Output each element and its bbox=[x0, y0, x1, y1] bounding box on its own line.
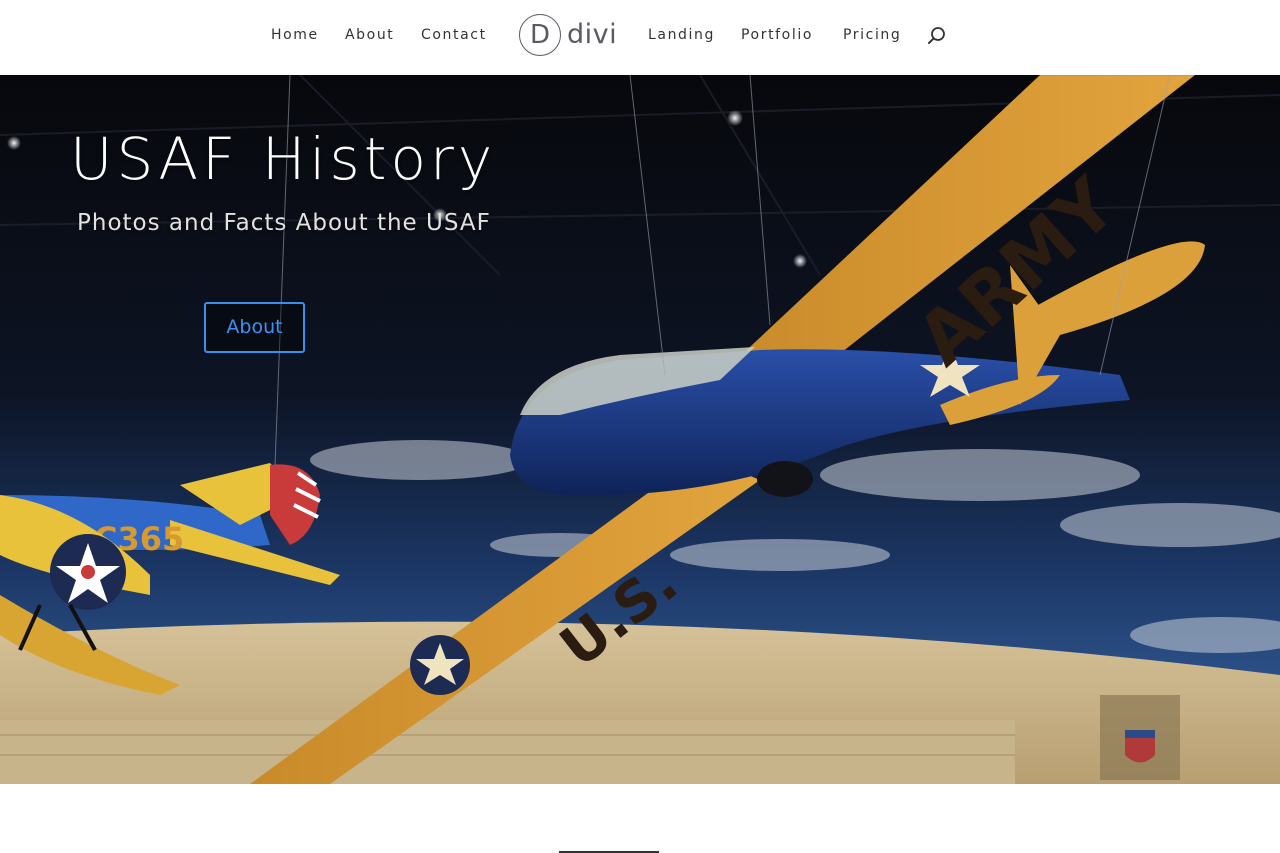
nav-item-pricing[interactable]: Pricing bbox=[843, 25, 901, 45]
nav-item-about[interactable]: About bbox=[345, 25, 394, 45]
search-icon-glyph bbox=[928, 27, 945, 44]
nav-item-landing[interactable]: Landing bbox=[648, 25, 715, 45]
logo-wordmark: divi bbox=[567, 19, 618, 50]
nav-item-portfolio[interactable]: Portfolio bbox=[741, 25, 813, 45]
nav-item-home[interactable]: Home bbox=[271, 25, 319, 45]
about-button[interactable]: About bbox=[204, 302, 305, 353]
logo-letter: D bbox=[529, 20, 551, 50]
nav-item-contact[interactable]: Contact bbox=[421, 25, 487, 45]
hero-section: C365 ARMY U.S. USAF History Photos and F… bbox=[0, 75, 1280, 784]
site-header: Home About Contact D divi Landing Portfo… bbox=[0, 0, 1280, 75]
hero-title: USAF History bbox=[70, 125, 497, 193]
site-logo[interactable]: D divi bbox=[518, 13, 618, 59]
search-icon[interactable] bbox=[924, 24, 948, 48]
hero-subtitle: Photos and Facts About the USAF bbox=[77, 210, 491, 236]
